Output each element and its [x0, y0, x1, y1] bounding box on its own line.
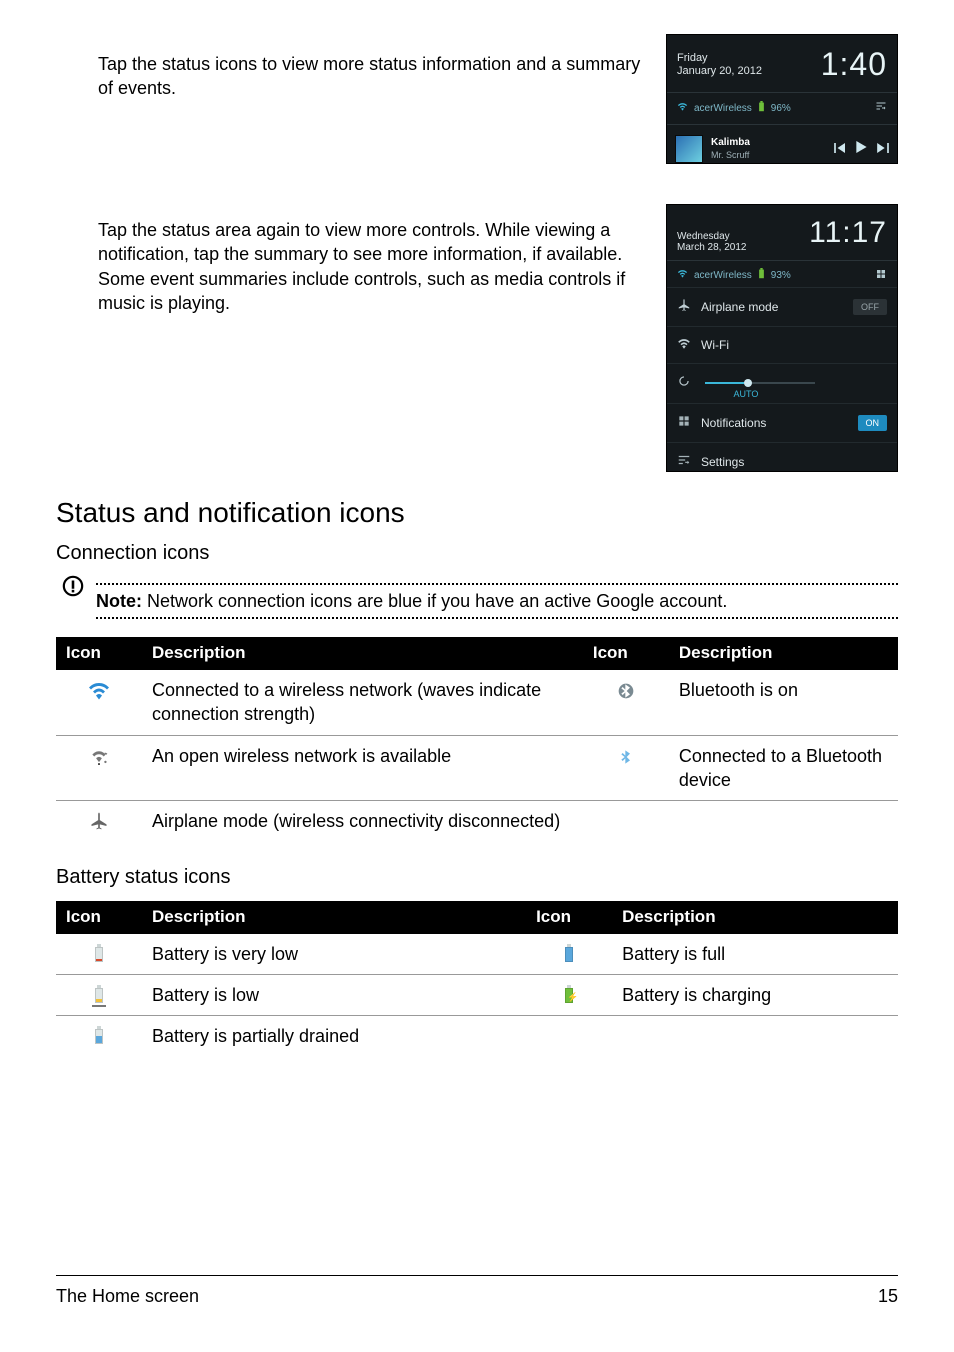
- battery-partial-icon: [94, 1026, 104, 1044]
- shot2-settings: Settings: [701, 454, 744, 470]
- subhead-battery: Battery status icons: [56, 864, 898, 891]
- shot2-airplane: Airplane mode: [701, 299, 778, 315]
- shot2-wifi: Wi-Fi: [701, 337, 729, 353]
- settings-icon: [677, 453, 691, 471]
- battery-very-low-icon: [94, 944, 104, 962]
- intro-para-1: Tap the status icons to view more status…: [98, 52, 644, 101]
- th-icon: Icon: [56, 901, 142, 934]
- th-desc: Description: [612, 901, 898, 934]
- th-icon: Icon: [526, 901, 612, 934]
- th-desc: Description: [669, 637, 898, 670]
- note: Note: Network connection icons are blue …: [56, 577, 898, 625]
- wifi-open-icon: [87, 746, 111, 771]
- settings-icon: [875, 100, 887, 117]
- th-icon: Icon: [583, 637, 669, 670]
- battery-icons-table: Icon Description Icon Description Batter…: [56, 901, 898, 1057]
- footer-section: The Home screen: [56, 1284, 199, 1308]
- shot1-track-artist: Mr. Scruff: [711, 149, 750, 161]
- note-icon: [62, 575, 84, 603]
- play-icon: [856, 141, 867, 157]
- battery-low-icon: [94, 985, 104, 1003]
- airplane-mode-icon: [89, 811, 109, 837]
- page: Tap the status icons to view more status…: [0, 0, 954, 1352]
- battery-icon: [758, 101, 765, 117]
- battery-full-icon: [564, 944, 574, 962]
- next-icon: [877, 141, 889, 157]
- cell-desc: Battery is full: [612, 934, 898, 975]
- wifi-connected-icon: [87, 681, 111, 706]
- shot1-battery-pct: 96%: [771, 102, 791, 116]
- shot1-date: January 20, 2012: [677, 65, 762, 78]
- screenshot-notifications-mini: Friday January 20, 2012 1:40 acerWireles…: [666, 34, 898, 164]
- cell-desc: Battery is partially drained: [142, 1016, 526, 1057]
- shot1-day: Friday: [677, 52, 762, 65]
- subhead-connection: Connection icons: [56, 540, 898, 567]
- cell-desc: An open wireless network is available: [142, 735, 583, 801]
- prev-icon: [834, 141, 846, 157]
- bluetooth-on-icon: [618, 681, 634, 705]
- intro-para-2: Tap the status area again to view more c…: [98, 218, 644, 315]
- table-row: Connected to a wireless network (waves i…: [56, 670, 898, 735]
- table-row: Battery is very low Battery is full: [56, 934, 898, 975]
- notifications-icon: [677, 414, 691, 432]
- wifi-icon: [677, 102, 688, 116]
- cell-desc: Connected to a Bluetooth device: [669, 735, 898, 801]
- wifi-icon: [677, 269, 688, 283]
- shot2-airplane-toggle: OFF: [853, 299, 887, 315]
- battery-charging-icon: ⚡: [564, 985, 574, 1003]
- shot2-notifications: Notifications: [701, 415, 766, 431]
- table-row: An open wireless network is available Co…: [56, 735, 898, 801]
- shot1-wifi-name: acerWireless: [694, 102, 752, 116]
- rotate-icon: [677, 374, 691, 392]
- bluetooth-connected-icon: [618, 747, 634, 771]
- notifications-icon: [875, 268, 887, 285]
- cell-desc: Battery is low: [142, 974, 526, 1015]
- battery-icon: [758, 268, 765, 284]
- table-row: Battery is partially drained: [56, 1016, 898, 1057]
- th-desc: Description: [142, 637, 583, 670]
- wifi-icon: [677, 337, 691, 353]
- shot2-battery-pct: 93%: [771, 269, 791, 283]
- table-row: Airplane mode (wireless connectivity dis…: [56, 801, 898, 846]
- shot2-time: 11:17: [757, 213, 888, 254]
- note-label: Note:: [96, 591, 142, 611]
- shot2-date: March 28, 2012: [677, 242, 747, 254]
- shot1-time: 1:40: [821, 43, 887, 86]
- th-desc: Description: [142, 901, 526, 934]
- shot2-wifi-name: acerWireless: [694, 269, 752, 283]
- album-art: [675, 135, 703, 163]
- shot2-notifications-toggle: ON: [858, 415, 888, 431]
- block-intro-2: Tap the status area again to view more c…: [56, 200, 898, 472]
- screenshot-quick-settings: Wednesday March 28, 2012 11:17 acerWirel…: [666, 204, 898, 472]
- cell-desc: Battery is charging: [612, 974, 898, 1015]
- th-icon: Icon: [56, 637, 142, 670]
- section-heading: Status and notification icons: [56, 494, 898, 532]
- cell-desc: Bluetooth is on: [669, 670, 898, 735]
- cell-desc: Battery is very low: [142, 934, 526, 975]
- airplane-icon: [677, 298, 691, 316]
- block-intro-1: Tap the status icons to view more status…: [56, 34, 898, 164]
- connection-icons-table: Icon Description Icon Description Connec…: [56, 637, 898, 846]
- shot2-day: Wednesday: [677, 231, 747, 243]
- brightness-slider: AUTO: [705, 382, 815, 384]
- footer-page-number: 15: [878, 1284, 898, 1308]
- shot2-auto: AUTO: [734, 388, 759, 400]
- page-footer: The Home screen 15: [56, 1275, 898, 1308]
- shot1-track-title: Kalimba: [711, 136, 750, 150]
- cell-desc: Airplane mode (wireless connectivity dis…: [142, 801, 583, 846]
- table-row: Battery is low ⚡ Battery is charging: [56, 974, 898, 1015]
- note-text: Network connection icons are blue if you…: [142, 591, 727, 611]
- cell-desc: Connected to a wireless network (waves i…: [142, 670, 583, 735]
